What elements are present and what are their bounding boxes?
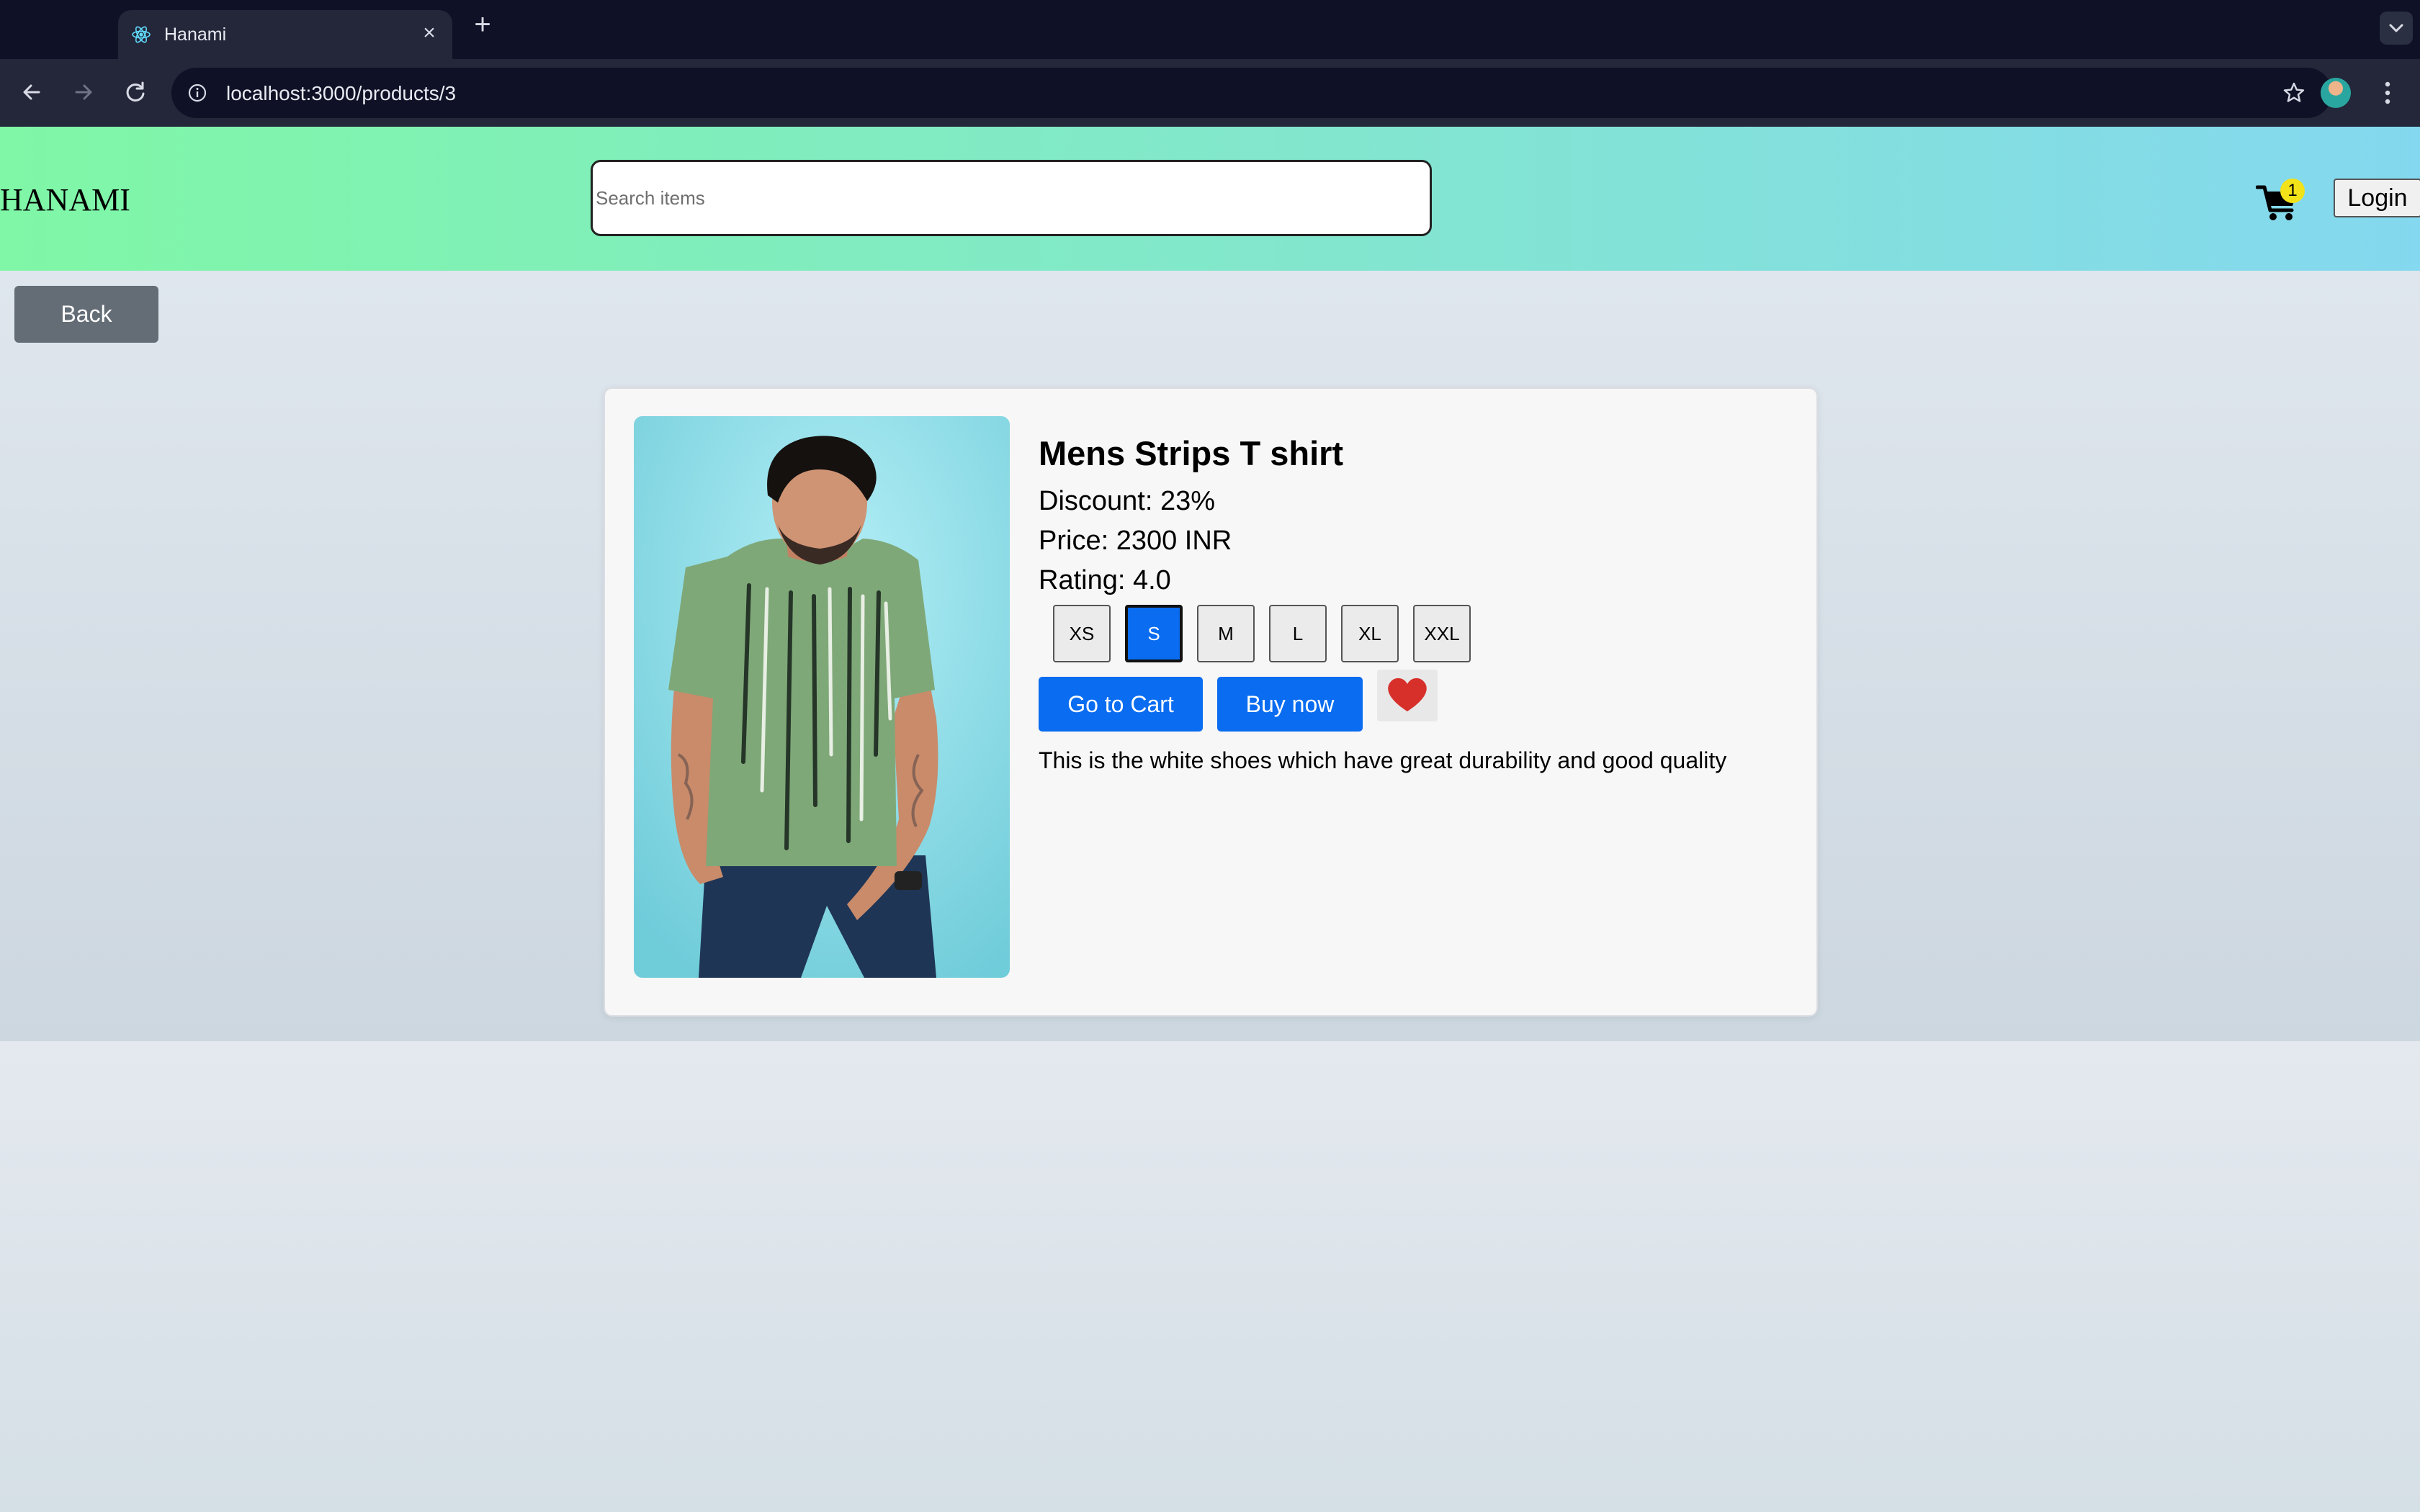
forward-arrow-icon[interactable] [69,78,98,107]
close-tab-icon[interactable]: × [418,22,441,45]
page-background [0,1041,2420,1512]
app-header: HANAMI 1 Login [0,127,2420,271]
go-to-cart-button[interactable]: Go to Cart [1039,677,1203,732]
chevron-down-icon [2389,24,2403,32]
site-info-icon[interactable] [187,83,207,103]
url-text: localhost:3000/products/3 [226,82,457,104]
discount-text: Discount: 23% [1039,486,1216,516]
react-icon [132,26,151,43]
heart-icon [1388,678,1427,711]
brand-logo[interactable]: HANAMI [0,181,130,218]
rating-text: Rating: 4.0 [1039,565,1171,595]
tab-list-button[interactable] [2380,12,2413,45]
reload-icon[interactable] [121,78,150,107]
login-button[interactable]: Login [2334,179,2420,217]
back-arrow-icon[interactable] [17,78,46,107]
browser-tab[interactable]: Hanami × [118,10,452,59]
product-description: This is the white shoes which have great… [1039,747,1727,773]
bookmark-star-icon[interactable] [2282,81,2306,105]
profile-avatar[interactable] [2321,78,2351,108]
browser-toolbar: localhost:3000/products/3 [0,59,2420,127]
cart-button[interactable]: 1 [2255,177,2306,225]
search-input[interactable] [591,160,1432,236]
buy-now-button[interactable]: Buy now [1217,677,1363,732]
product-card: Mens Strips T shirt Discount: 23% Price:… [604,387,1818,1017]
size-option-l[interactable]: L [1269,605,1327,662]
cart-count-badge: 1 [2280,179,2305,203]
more-menu-icon[interactable] [2377,78,2398,108]
tab-title: Hanami [164,24,227,45]
address-bar[interactable]: localhost:3000/products/3 [171,68,2332,118]
wishlist-button[interactable] [1377,670,1438,721]
new-tab-button[interactable]: + [470,10,496,39]
price-text: Price: 2300 INR [1039,526,1232,556]
size-option-xxl[interactable]: XXL [1413,605,1471,662]
product-page: Back Mens Strips T shirt Discount: 23% P… [0,271,2420,1041]
back-button[interactable]: Back [14,286,158,343]
product-image [634,416,1010,978]
browser-tab-bar: Hanami × + [0,0,2420,59]
size-option-xs[interactable]: XS [1053,605,1111,662]
size-option-m[interactable]: M [1197,605,1255,662]
size-option-s[interactable]: S [1125,605,1183,662]
product-title: Mens Strips T shirt [1039,434,1344,472]
size-option-xl[interactable]: XL [1341,605,1399,662]
